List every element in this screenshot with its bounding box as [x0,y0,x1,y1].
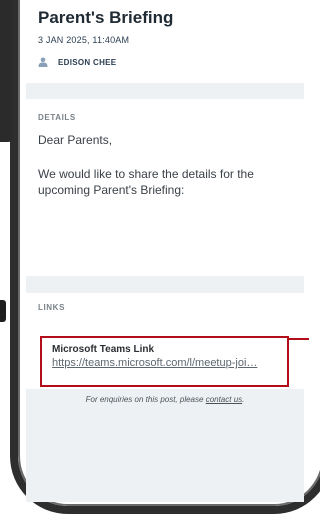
details-section: DETAILS Dear Parents, We would like to s… [26,99,304,276]
section-divider [26,83,304,99]
phone-side-button [0,300,6,322]
post-author: EDISON CHEE [38,57,292,67]
post-title: Parent's Briefing [38,8,174,27]
details-label: DETAILS [38,113,76,122]
details-greeting: Dear Parents, [38,133,113,147]
post-screen: Parent's Briefing 3 JAN 2025, 11:40AM ED… [26,0,304,502]
details-text: Dear Parents, We would like to share the… [38,132,292,198]
section-divider [26,276,304,293]
person-icon [38,57,48,67]
phone-frame-edge [0,0,14,142]
link-title: Microsoft Teams Link [52,344,155,355]
teams-link-highlight[interactable]: Microsoft Teams Link https://teams.micro… [40,336,289,387]
contact-us-link[interactable]: contact us [206,395,242,404]
post-footer: For enquiries on this post, please conta… [26,389,304,502]
author-name: EDISON CHEE [58,57,117,67]
enquiry-prefix: For enquiries on this post, please [85,395,206,404]
links-label: LINKS [38,303,65,312]
teams-link-url[interactable]: https://teams.microsoft.com/l/meetup-joi… [52,357,279,369]
callout-line [289,338,309,340]
post-date: 3 JAN 2025, 11:40AM [38,35,130,45]
enquiry-suffix: . [242,395,245,404]
post-header: Parent's Briefing 3 JAN 2025, 11:40AM ED… [26,0,304,83]
enquiry-text: For enquiries on this post, please conta… [26,395,304,404]
details-body: We would like to share the details for t… [38,167,254,197]
links-section: LINKS Microsoft Teams Link https://teams… [26,293,304,389]
